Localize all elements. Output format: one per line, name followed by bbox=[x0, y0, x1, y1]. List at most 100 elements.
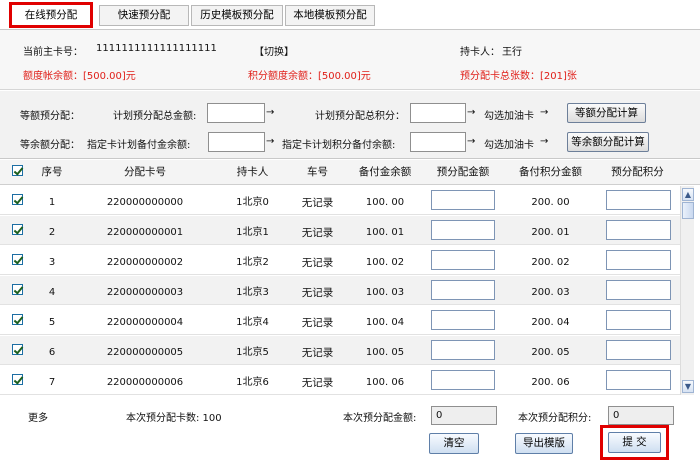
header-points-amount: 备付积分金额 bbox=[519, 166, 582, 178]
row-checkbox[interactable] bbox=[12, 344, 23, 355]
row-points-amount: 200. 06 bbox=[531, 377, 570, 388]
main-card-value: 1111111111111111111 bbox=[96, 43, 217, 54]
row-prealloc-points-input[interactable] bbox=[606, 220, 671, 240]
points-field[interactable]: 0 bbox=[608, 406, 674, 425]
target-points-label: 指定卡计划积分备付余额: bbox=[282, 140, 396, 151]
row-plate: 无记录 bbox=[301, 317, 334, 329]
row-card: 220000000004 bbox=[106, 317, 184, 328]
card-count: 本次预分配卡数: 100 bbox=[126, 413, 222, 424]
table-row: 6 220000000005 1北京5 无记录 100. 05 200. 05 bbox=[0, 336, 680, 365]
balance-calc-button[interactable]: 等余额分配计算 bbox=[567, 132, 649, 152]
row-points-amount: 200. 05 bbox=[531, 347, 570, 358]
header-card: 分配卡号 bbox=[124, 166, 166, 178]
row-seq: 2 bbox=[48, 227, 56, 238]
row-points-amount: 200. 01 bbox=[531, 227, 570, 238]
clear-button[interactable]: 清空 bbox=[429, 433, 479, 454]
target-points-input[interactable] bbox=[410, 132, 466, 152]
target-amount-input[interactable] bbox=[208, 132, 265, 152]
header-plate: 车号 bbox=[307, 166, 328, 178]
row-prealloc-points-input[interactable] bbox=[606, 280, 671, 300]
row-points-amount: 200. 04 bbox=[531, 317, 570, 328]
row-seq: 1 bbox=[48, 197, 56, 208]
select-all-checkbox[interactable] bbox=[12, 165, 23, 176]
row-card: 220000000002 bbox=[106, 257, 184, 268]
tab-online-prealloc[interactable]: 在线预分配 bbox=[9, 2, 93, 28]
row-prealloc-amount-input[interactable] bbox=[431, 220, 495, 240]
row-balance: 100. 00 bbox=[365, 197, 405, 208]
row-plate: 无记录 bbox=[301, 347, 334, 359]
row-prealloc-amount-input[interactable] bbox=[431, 310, 495, 330]
row-checkbox[interactable] bbox=[12, 194, 23, 205]
scroll-thumb[interactable] bbox=[682, 202, 694, 219]
check-card-label: 勾选加油卡 bbox=[484, 111, 534, 122]
holder-label: 持卡人： bbox=[460, 47, 500, 58]
export-template-button[interactable]: 导出模版 bbox=[515, 433, 573, 454]
row-plate: 无记录 bbox=[301, 197, 334, 209]
table-row: 5 220000000004 1北京4 无记录 100. 04 200. 04 bbox=[0, 306, 680, 335]
row-plate: 无记录 bbox=[301, 287, 334, 299]
row-balance: 100. 02 bbox=[365, 257, 405, 268]
scroll-down-icon[interactable]: ▼ bbox=[682, 380, 694, 393]
row-balance: 100. 01 bbox=[365, 227, 405, 238]
table-row: 7 220000000006 1北京6 无记录 100. 06 200. 06 bbox=[0, 366, 680, 395]
row-prealloc-amount-input[interactable] bbox=[431, 340, 495, 360]
tab-local-template[interactable]: 本地模板预分配 bbox=[285, 5, 375, 26]
check-card-label-2: 勾选加油卡 bbox=[484, 140, 534, 151]
holder-value: 王行 bbox=[502, 47, 522, 58]
row-checkbox[interactable] bbox=[12, 284, 23, 295]
tab-history-template[interactable]: 历史模板预分配 bbox=[191, 5, 283, 26]
target-amount-label: 指定卡计划备付金余额: bbox=[87, 140, 191, 151]
header-holder: 持卡人 bbox=[236, 166, 269, 178]
quota-balance: 额度帐余额：[500.00]元 bbox=[23, 71, 136, 82]
row-prealloc-points-input[interactable] bbox=[606, 370, 671, 390]
row-prealloc-points-input[interactable] bbox=[606, 250, 671, 270]
amount-field[interactable]: 0 bbox=[431, 406, 497, 425]
scroll-up-icon[interactable]: ▲ bbox=[682, 188, 694, 201]
row-balance: 100. 04 bbox=[365, 317, 405, 328]
row-prealloc-amount-input[interactable] bbox=[431, 280, 495, 300]
row-plate: 无记录 bbox=[301, 377, 334, 389]
row-checkbox[interactable] bbox=[12, 314, 23, 325]
row-prealloc-points-input[interactable] bbox=[606, 310, 671, 330]
header-seq: 序号 bbox=[41, 166, 63, 178]
prealloc-card-total: 预分配卡总张数：[201]张 bbox=[460, 71, 577, 82]
row-prealloc-amount-input[interactable] bbox=[431, 190, 495, 210]
header-balance: 备付金余额 bbox=[358, 166, 412, 178]
row-holder: 1北京3 bbox=[236, 287, 269, 298]
row-prealloc-amount-input[interactable] bbox=[431, 250, 495, 270]
points-quota-balance: 积分额度余额：[500.00]元 bbox=[248, 71, 371, 82]
row-checkbox[interactable] bbox=[12, 254, 23, 265]
switch-card-link[interactable]: 【切换】 bbox=[254, 43, 294, 58]
row-holder: 1北京2 bbox=[236, 257, 269, 268]
equal-calc-button[interactable]: 等额分配计算 bbox=[567, 103, 646, 123]
more-link[interactable]: 更多 bbox=[28, 409, 48, 424]
row-checkbox[interactable] bbox=[12, 224, 23, 235]
plan-total-points-input[interactable] bbox=[410, 103, 466, 123]
header-prealloc-points: 预分配积分 bbox=[611, 166, 664, 178]
amount-label: 本次预分配金额: bbox=[343, 413, 417, 424]
tab-bar: 在线预分配 快速预分配 历史模板预分配 本地模板预分配 bbox=[0, 0, 700, 30]
arrow-icon: → bbox=[540, 107, 549, 118]
row-checkbox[interactable] bbox=[12, 374, 23, 385]
table-row: 2 220000000001 1北京1 无记录 100. 01 200. 01 bbox=[0, 216, 680, 245]
row-prealloc-points-input[interactable] bbox=[606, 190, 671, 210]
arrow-icon: → bbox=[266, 107, 275, 118]
tab-quick-prealloc[interactable]: 快速预分配 bbox=[99, 5, 189, 26]
row-card: 220000000000 bbox=[106, 197, 184, 208]
plan-total-amount-input[interactable] bbox=[207, 103, 265, 123]
row-holder: 1北京4 bbox=[236, 317, 269, 328]
table-scrollbar[interactable]: ▲ ▼ bbox=[680, 186, 694, 395]
row-points-amount: 200. 02 bbox=[531, 257, 570, 268]
row-card: 220000000003 bbox=[106, 287, 184, 298]
submit-button[interactable]: 提 交 bbox=[608, 432, 661, 453]
arrow-icon: → bbox=[467, 136, 476, 147]
arrow-icon: → bbox=[467, 107, 476, 118]
header-prealloc-amount: 预分配金额 bbox=[436, 166, 490, 178]
row-plate: 无记录 bbox=[301, 257, 334, 269]
table-row: 3 220000000002 1北京2 无记录 100. 02 200. 02 bbox=[0, 246, 680, 275]
row-prealloc-points-input[interactable] bbox=[606, 340, 671, 360]
row-balance: 100. 05 bbox=[365, 347, 405, 358]
row-prealloc-amount-input[interactable] bbox=[431, 370, 495, 390]
row-seq: 5 bbox=[48, 317, 56, 328]
row-card: 220000000006 bbox=[106, 377, 184, 388]
